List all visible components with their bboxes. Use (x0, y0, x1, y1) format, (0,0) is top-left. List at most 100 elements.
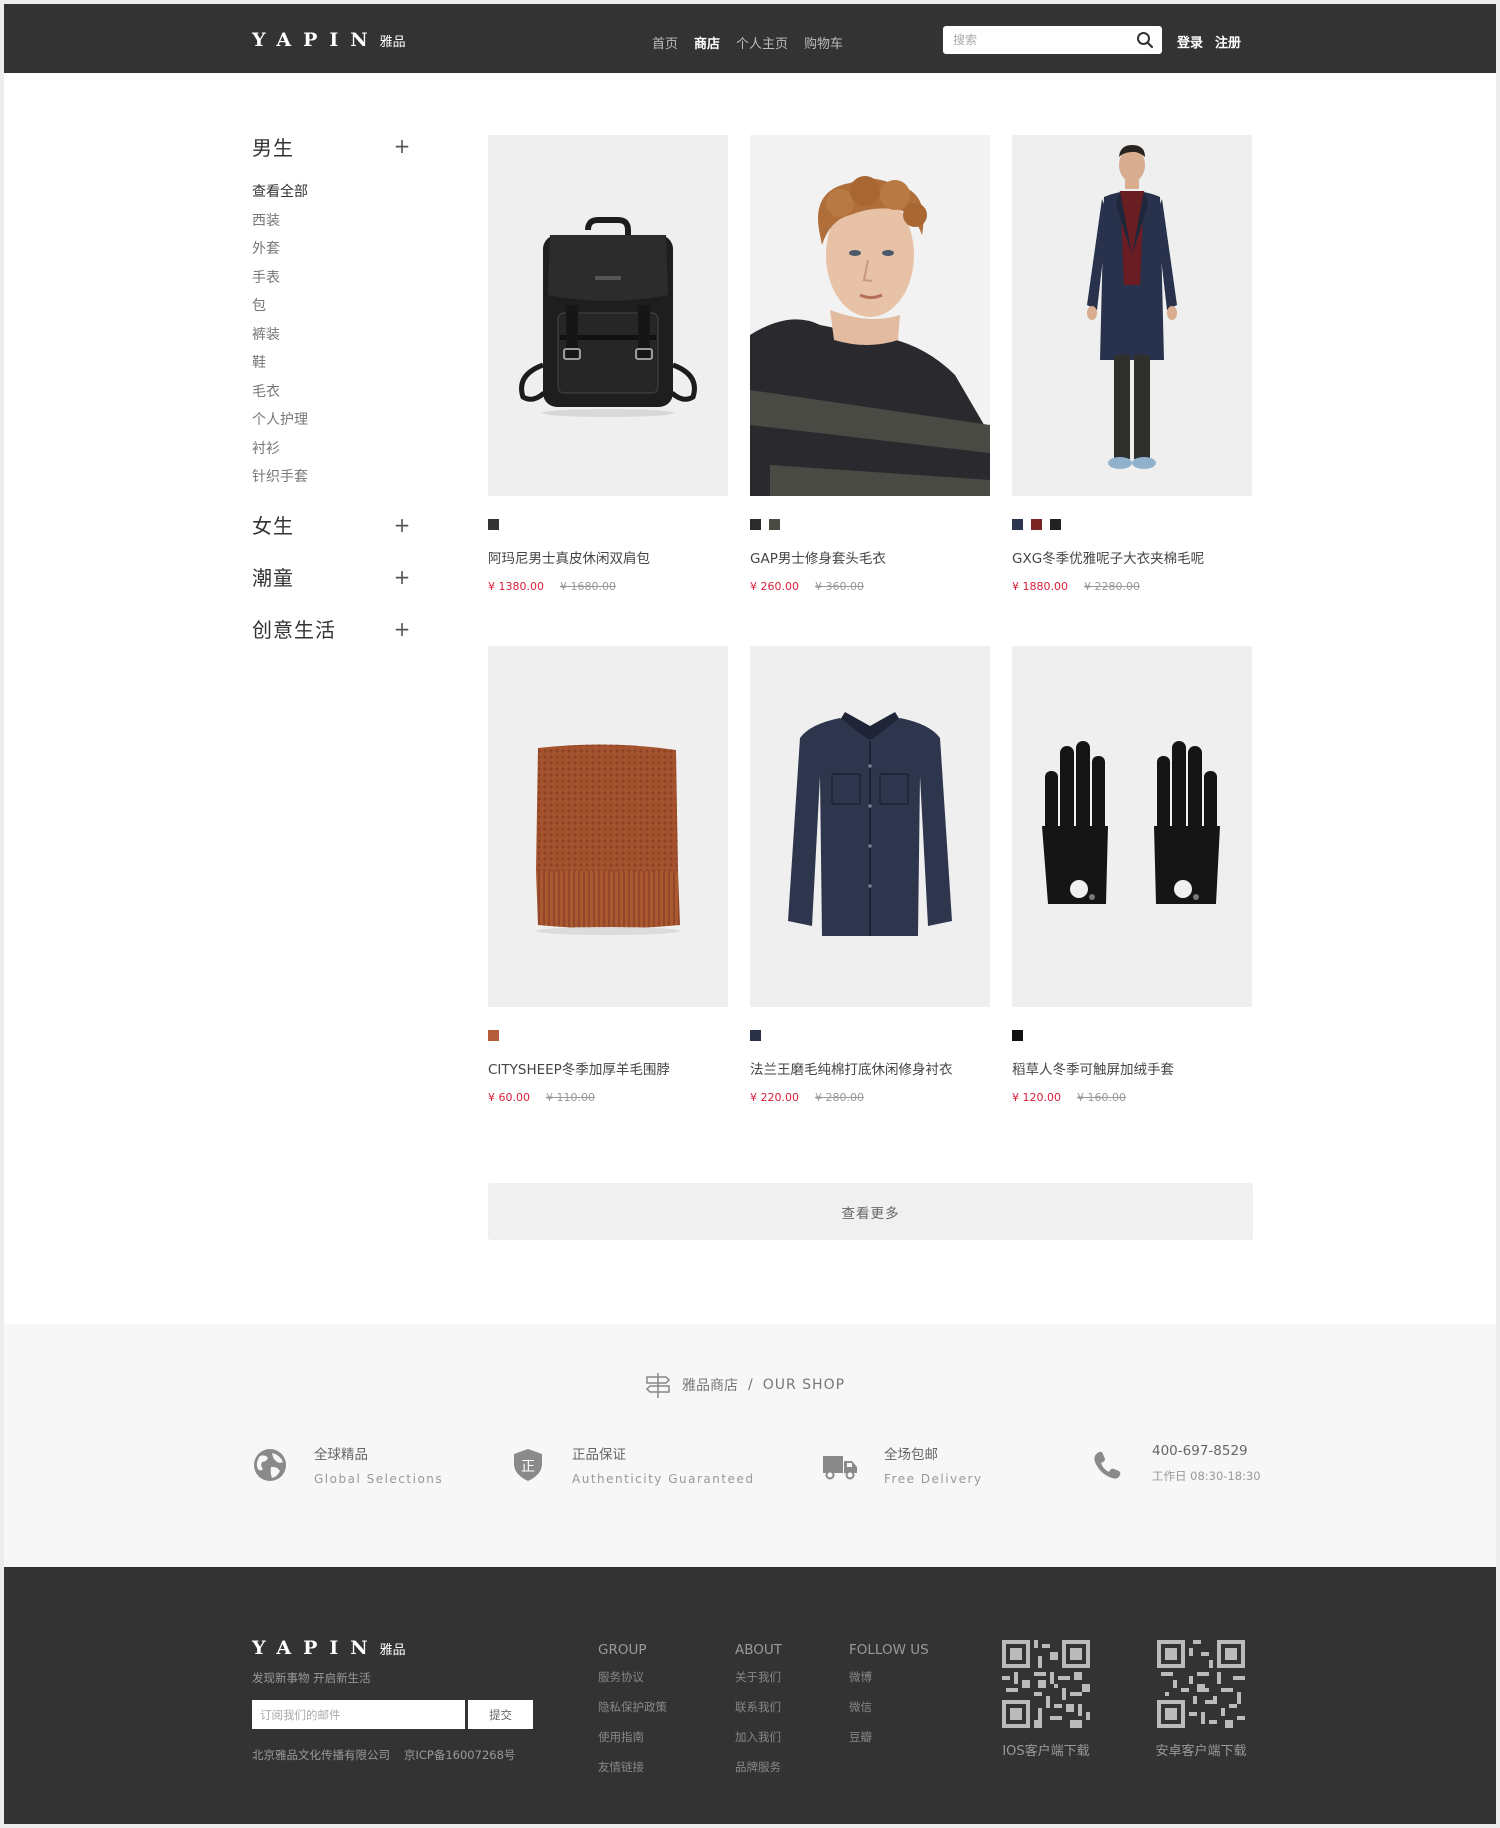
product-image-gloves[interactable] (1012, 646, 1252, 1007)
footer-link[interactable]: 服务协议 (598, 1669, 667, 1699)
color-swatch[interactable] (1031, 519, 1042, 530)
color-swatch[interactable] (1050, 519, 1061, 530)
product-name[interactable]: 法兰王磨毛纯棉打底休闲修身衬衣 (750, 1058, 990, 1078)
logo-wordmark: YAPIN (252, 1637, 380, 1659)
footer-link[interactable]: 加入我们 (735, 1729, 782, 1759)
price-original: ¥ 280.00 (814, 1091, 864, 1104)
color-swatch[interactable] (769, 519, 780, 530)
login-link[interactable]: 登录 (1177, 32, 1203, 51)
search-icon[interactable] (1136, 31, 1154, 49)
qr-android[interactable]: 安卓客户端下载 (1141, 1640, 1261, 1759)
product-grid: 阿玛尼男士真皮休闲双肩包 ¥ 1380.00 ¥ 1680.00 GAP男士修身… (488, 135, 1254, 1104)
color-swatch[interactable] (750, 519, 761, 530)
search-input[interactable] (943, 26, 1128, 54)
footer-link-list: 微博 微信 豆瓣 (849, 1669, 929, 1759)
load-more-button[interactable]: 查看更多 (488, 1183, 1253, 1240)
nav-home[interactable]: 首页 (652, 33, 678, 52)
category-header-women[interactable]: 女生 + (252, 513, 412, 539)
color-swatches (1012, 1030, 1252, 1041)
color-swatch[interactable] (1012, 519, 1023, 530)
price-current: ¥ 60.00 (488, 1091, 530, 1104)
plus-icon[interactable]: + (392, 513, 412, 537)
shop-heading: 雅品商店 / OUR SHOP (644, 1371, 845, 1399)
product-card[interactable]: GAP男士修身套头毛衣 ¥ 260.00 ¥ 360.00 (750, 135, 990, 593)
category-item[interactable]: 外套 (252, 235, 412, 264)
price-original: ¥ 160.00 (1076, 1091, 1126, 1104)
product-card[interactable]: GXG冬季优雅呢子大衣夹棉毛呢 ¥ 1880.00 ¥ 2280.00 (1012, 135, 1252, 593)
product-name[interactable]: CITYSHEEP冬季加厚羊毛围脖 (488, 1058, 728, 1078)
footer-link-list: 服务协议 隐私保护政策 使用指南 友情链接 (598, 1669, 667, 1789)
brand-logo[interactable]: YAPIN 雅品 (252, 29, 406, 53)
color-swatch[interactable] (1012, 1030, 1023, 1041)
category-item[interactable]: 衬衫 (252, 435, 412, 464)
category-item[interactable]: 包 (252, 292, 412, 321)
product-image-shirt[interactable] (750, 646, 990, 1007)
category-item[interactable]: 针织手套 (252, 463, 412, 492)
footer-link[interactable]: 友情链接 (598, 1759, 667, 1789)
product-image-coat[interactable] (1012, 135, 1252, 496)
product-prices: ¥ 1380.00 ¥ 1680.00 (488, 580, 728, 593)
category-header-lifestyle[interactable]: 创意生活 + (252, 617, 412, 643)
product-image-backpack[interactable] (488, 135, 728, 496)
product-name[interactable]: 阿玛尼男士真皮休闲双肩包 (488, 547, 728, 567)
category-header-kids[interactable]: 潮童 + (252, 565, 412, 591)
footer-slogan: 发现新事物 开启新生活 (252, 1671, 371, 1685)
color-swatch[interactable] (488, 519, 499, 530)
shield-badge-text: 正 (521, 1459, 535, 1475)
category-item[interactable]: 西装 (252, 207, 412, 236)
category-title: 创意生活 (252, 618, 336, 642)
product-card[interactable]: 阿玛尼男士真皮休闲双肩包 ¥ 1380.00 ¥ 1680.00 (488, 135, 728, 593)
product-image-scarf[interactable] (488, 646, 728, 1007)
category-item[interactable]: 手表 (252, 264, 412, 293)
color-swatch[interactable] (750, 1030, 761, 1041)
scarf-illustration (536, 744, 680, 935)
product-card[interactable]: 稻草人冬季可触屏加绒手套 ¥ 120.00 ¥ 160.00 (1012, 646, 1252, 1104)
sweater-model-illustration (750, 135, 990, 496)
service-delivery: 全场包邮 Free Delivery (822, 1443, 983, 1486)
product-name[interactable]: 稻草人冬季可触屏加绒手套 (1012, 1058, 1252, 1078)
footer-link[interactable]: 品牌服务 (735, 1759, 782, 1789)
shield-icon: 正 (514, 1449, 542, 1481)
product-name[interactable]: GAP男士修身套头毛衣 (750, 547, 990, 567)
service-subtitle: Free Delivery (884, 1472, 983, 1486)
service-phone-number[interactable]: 400-697-8529 (1152, 1443, 1261, 1459)
footer-link[interactable]: 微博 (849, 1669, 929, 1699)
footer-link[interactable]: 联系我们 (735, 1699, 782, 1729)
plus-icon[interactable]: + (392, 565, 412, 589)
footer-link[interactable]: 关于我们 (735, 1669, 782, 1699)
plus-icon[interactable]: + (392, 617, 412, 641)
product-prices: ¥ 120.00 ¥ 160.00 (1012, 1091, 1252, 1104)
color-swatch[interactable] (488, 1030, 499, 1041)
product-name[interactable]: GXG冬季优雅呢子大衣夹棉毛呢 (1012, 547, 1252, 567)
register-link[interactable]: 注册 (1215, 32, 1241, 51)
nav-cart[interactable]: 购物车 (804, 33, 843, 52)
newsletter-email-input[interactable] (252, 1700, 465, 1729)
category-item[interactable]: 鞋 (252, 349, 412, 378)
backpack-illustration (519, 217, 697, 417)
footer-link[interactable]: 使用指南 (598, 1729, 667, 1759)
category-item[interactable]: 个人护理 (252, 406, 412, 435)
category-item-all[interactable]: 查看全部 (252, 178, 412, 207)
category-header-men[interactable]: 男生 + (252, 134, 412, 160)
service-title: 正品保证 (572, 1447, 626, 1463)
price-current: ¥ 1880.00 (1012, 580, 1068, 593)
footer-link[interactable]: 微信 (849, 1699, 929, 1729)
category-item[interactable]: 毛衣 (252, 378, 412, 407)
product-image-sweater[interactable] (750, 135, 990, 496)
truck-icon (823, 1456, 857, 1480)
footer-link[interactable]: 隐私保护政策 (598, 1699, 667, 1729)
qr-ios[interactable]: IOS客户端下载 (986, 1640, 1106, 1759)
footer-link[interactable]: 豆瓣 (849, 1729, 929, 1759)
product-card[interactable]: 法兰王磨毛纯棉打底休闲修身衬衣 ¥ 220.00 ¥ 280.00 (750, 646, 990, 1104)
plus-icon[interactable]: + (392, 134, 412, 158)
product-card[interactable]: CITYSHEEP冬季加厚羊毛围脖 ¥ 60.00 ¥ 110.00 (488, 646, 728, 1104)
signpost-icon (645, 1373, 671, 1398)
service-text: 400-697-8529 工作日 08:30-18:30 (1152, 1443, 1261, 1484)
nav-shop[interactable]: 商店 (694, 33, 720, 52)
category-item[interactable]: 裤装 (252, 321, 412, 350)
company-name: 北京雅品文化传播有限公司 (252, 1748, 390, 1762)
color-swatches (1012, 519, 1252, 530)
nav-profile[interactable]: 个人主页 (736, 33, 788, 52)
newsletter-submit-button[interactable]: 提交 (468, 1700, 533, 1729)
footer-logo[interactable]: YAPIN 雅品 (252, 1637, 406, 1659)
